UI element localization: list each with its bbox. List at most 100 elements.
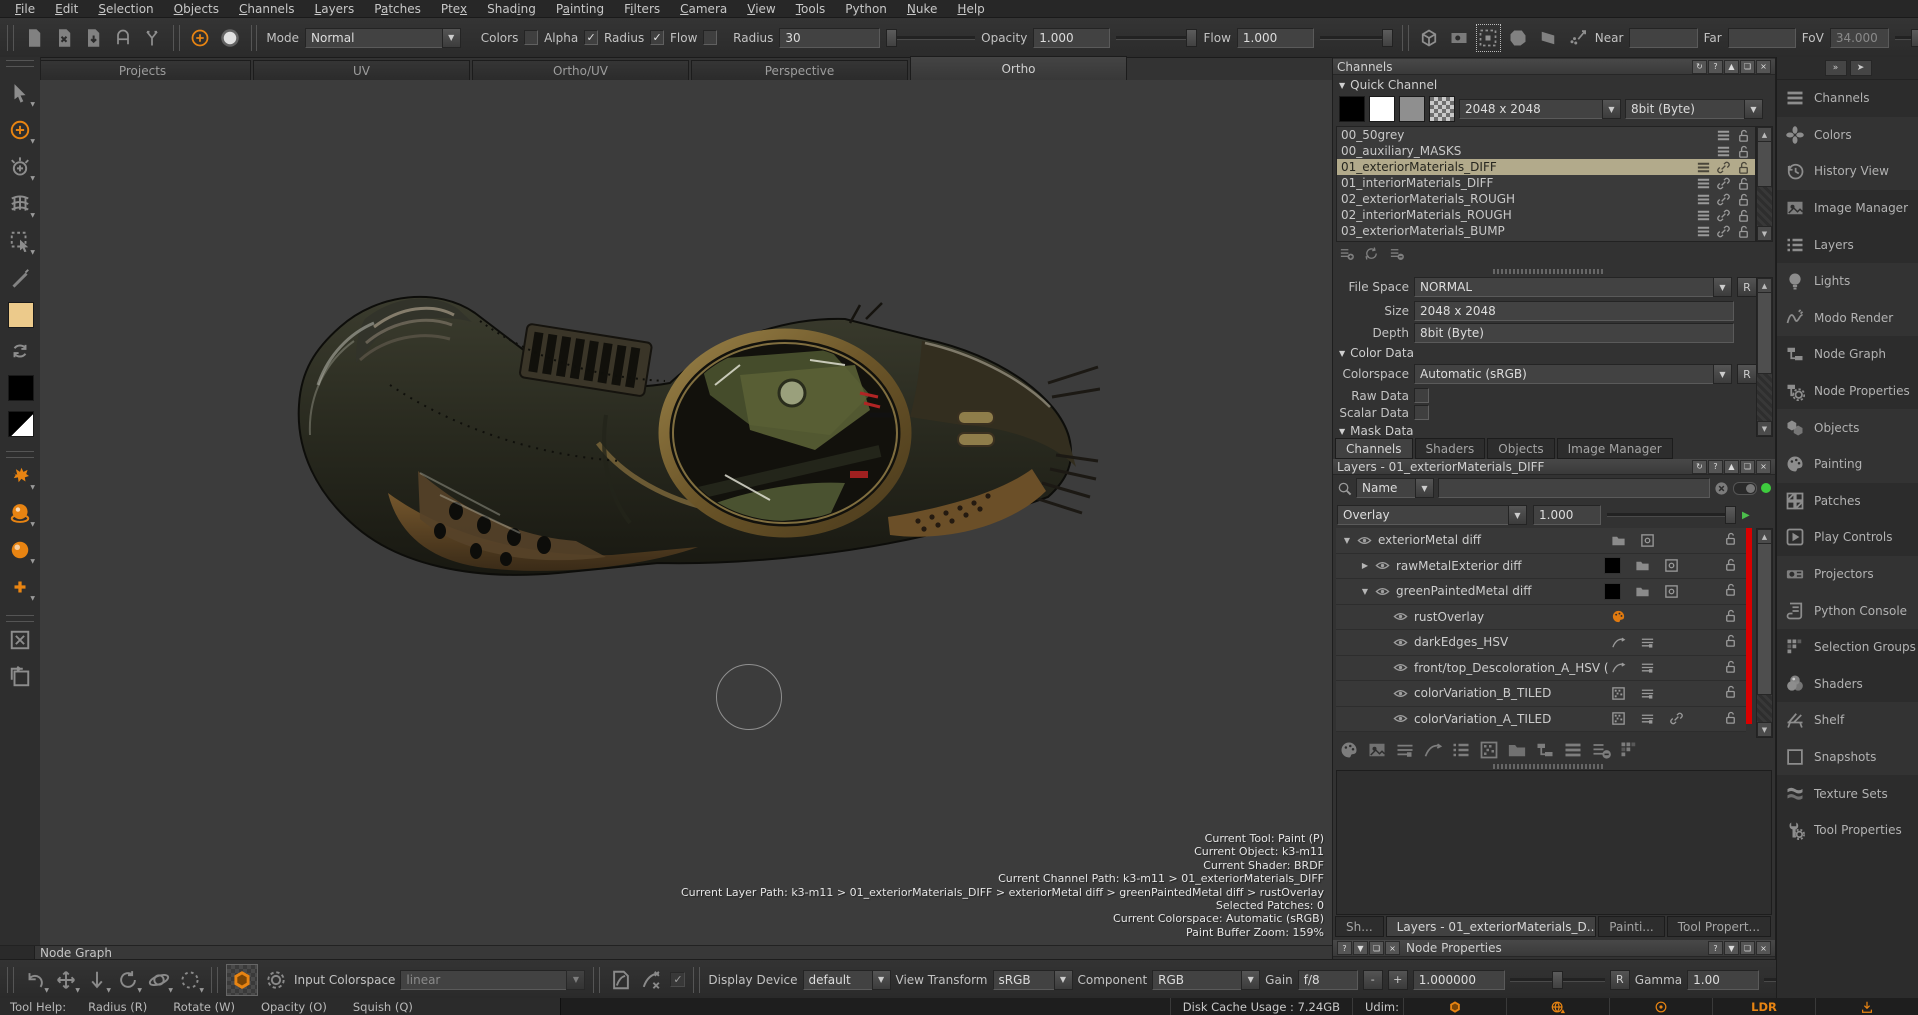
projection-blob-button[interactable]	[1506, 25, 1530, 51]
colorspace-reset-button[interactable]: R	[1737, 364, 1757, 384]
sidebar-item-tool-properties[interactable]: Tool Properties	[1777, 812, 1918, 849]
spray-button[interactable]	[1565, 25, 1589, 51]
file-space-dropdown[interactable]: NORMAL▼	[1414, 277, 1732, 297]
layer-adjust-icon[interactable]	[1640, 635, 1655, 650]
panel-window-buttons[interactable]: ↻? ▲❏ ×	[1692, 60, 1771, 74]
properties-scrollbar[interactable]: ▲ ▼	[1756, 277, 1773, 437]
menu-filters[interactable]: Filters	[615, 1, 669, 17]
channel-menu-icon[interactable]	[1696, 176, 1711, 191]
channel-row[interactable]: 03_exteriorMaterials_BUMP	[1337, 223, 1755, 239]
menu-painting[interactable]: Painting	[547, 1, 613, 17]
curve-clear-button[interactable]	[639, 967, 665, 993]
ldr-indicator[interactable]: LDR	[1713, 998, 1815, 1015]
layer-visibility-icon[interactable]	[1393, 686, 1408, 701]
paint-tool[interactable]: ▼	[7, 117, 33, 143]
channel-lock-icon[interactable]	[1736, 176, 1751, 191]
menu-tools[interactable]: Tools	[787, 1, 835, 17]
channel-lock-icon[interactable]	[1736, 208, 1751, 223]
channel-menu-icon[interactable]	[1696, 160, 1711, 175]
menu-objects[interactable]: Objects	[165, 1, 228, 17]
layer-row[interactable]: ▼ greenPaintedMetal diff	[1336, 579, 1746, 605]
menu-selection[interactable]: Selection	[89, 1, 162, 17]
orbit-button[interactable]: ▼	[146, 967, 172, 993]
menu-nuke[interactable]: Nuke	[898, 1, 947, 17]
shader-settings-button[interactable]	[263, 967, 289, 993]
shader-hexagon-toggle[interactable]	[226, 964, 258, 996]
channel-menu-icon[interactable]	[1696, 208, 1711, 223]
layer-adjust-icon[interactable]	[1640, 660, 1655, 675]
panel-window-buttons[interactable]: ?▼ ❏×	[1337, 941, 1400, 955]
channels-panel-header[interactable]: Channels ↻? ▲❏ ×	[1333, 59, 1775, 75]
gamma-value-input[interactable]: 1.00	[1687, 970, 1759, 990]
tab-channels[interactable]: Channels	[1335, 438, 1413, 459]
menu-patches[interactable]: Patches	[365, 1, 430, 17]
channel-scrollbar[interactable]: ▲ ▼	[1756, 126, 1773, 242]
add-image-layer-button[interactable]	[1363, 740, 1391, 760]
rotate-patch[interactable]	[7, 664, 33, 690]
blend-mode-dropdown[interactable]: Overlay▼	[1337, 505, 1527, 525]
sidebar-item-selection-groups[interactable]: Selection Groups	[1777, 629, 1918, 666]
frame-down-button[interactable]: ▼	[84, 967, 110, 993]
far-input[interactable]	[1728, 28, 1796, 48]
filter-toggle[interactable]	[1733, 482, 1757, 495]
sidebar-item-colors[interactable]: Colors	[1777, 117, 1918, 154]
undo-view-button[interactable]: ▼	[22, 967, 48, 993]
toolbar-grip[interactable]	[693, 967, 700, 993]
mask-data-header[interactable]: ▼Mask Data	[1339, 424, 1414, 438]
gain-fstop-field[interactable]: f/8	[1298, 970, 1358, 990]
channel-menu-icon[interactable]	[1696, 224, 1711, 239]
channel-lock-icon[interactable]	[1736, 192, 1751, 207]
raw-data-checkbox[interactable]	[1414, 388, 1429, 403]
model-k3-m11[interactable]	[270, 265, 1100, 610]
layer-adjust-icon[interactable]	[1640, 711, 1655, 726]
sidebar-item-snapshots[interactable]: Snapshots	[1777, 739, 1918, 776]
node-properties-header[interactable]: ?▼ ❏× Node Properties ?▼ ❏×	[1333, 940, 1775, 957]
menu-edit[interactable]: Edit	[46, 1, 87, 17]
file-space-reset-button[interactable]: R	[1737, 277, 1757, 297]
layer-folder-icon[interactable]	[1635, 584, 1650, 599]
layer-swatch[interactable]	[1604, 557, 1621, 574]
sidebar-item-shaders[interactable]: Shaders	[1777, 666, 1918, 703]
flow-checkbox[interactable]	[703, 30, 717, 45]
channel-lock-icon[interactable]	[1736, 128, 1751, 143]
layer-visibility-icon[interactable]	[1393, 711, 1408, 726]
layer-lock-icon[interactable]	[1723, 633, 1738, 648]
layer-visibility-icon[interactable]	[1375, 558, 1390, 573]
colorspace-dropdown[interactable]: Automatic (sRGB)▼	[1414, 364, 1732, 384]
layer-visibility-icon[interactable]	[1393, 635, 1408, 650]
slice-tool[interactable]	[7, 265, 33, 291]
layer-link-icon[interactable]	[1669, 711, 1684, 726]
sync-channel-button[interactable]	[1364, 246, 1379, 261]
flatten-layers-button[interactable]	[1559, 740, 1587, 760]
menu-python[interactable]: Python	[836, 1, 896, 17]
channel-row[interactable]: 02_interiorMaterials_ROUGH	[1337, 207, 1755, 223]
layer-swatch[interactable]	[1604, 583, 1621, 600]
layer-folder-icon[interactable]	[1635, 558, 1650, 573]
menu-ptex[interactable]: Ptex	[432, 1, 476, 17]
dock-tab[interactable]: Tool Propert...	[1667, 916, 1771, 937]
sidebar-item-node-graph[interactable]: Node Graph	[1777, 336, 1918, 373]
fov-slider[interactable]	[1895, 29, 1918, 47]
layer-lock-icon[interactable]	[1723, 531, 1738, 546]
blend-amount-slider[interactable]	[1607, 506, 1736, 524]
channel-row[interactable]: 00_50grey	[1337, 127, 1755, 143]
dock-tab[interactable]: Sh...	[1335, 916, 1384, 937]
add-procedural-layer-button[interactable]	[1419, 740, 1447, 760]
layer-row[interactable]: ▼ exteriorMetal diff	[1336, 528, 1746, 554]
opacity-input[interactable]: 1.000	[1033, 28, 1110, 48]
clear-search-icon[interactable]	[1714, 481, 1729, 496]
rotate-view-button[interactable]: ▼	[115, 967, 141, 993]
menu-help[interactable]: Help	[948, 1, 993, 17]
layer-folder-icon[interactable]	[1611, 533, 1626, 548]
toolbar-grip[interactable]	[1402, 25, 1409, 51]
viewport-tab-ortho-uv[interactable]: Ortho/UV	[472, 60, 689, 80]
cache-play-icon[interactable]: ▶	[1742, 510, 1750, 521]
ptex-export-button[interactable]	[141, 25, 165, 51]
layer-grid-view-button[interactable]	[1615, 740, 1643, 760]
remove-layer-button[interactable]	[1587, 740, 1615, 760]
close-project-button[interactable]	[52, 25, 76, 51]
menu-file[interactable]: File	[6, 1, 44, 17]
sidebar-item-history-view[interactable]: History View	[1777, 153, 1918, 190]
menu-view[interactable]: View	[738, 1, 784, 17]
channel-lock-icon[interactable]	[1736, 160, 1751, 175]
